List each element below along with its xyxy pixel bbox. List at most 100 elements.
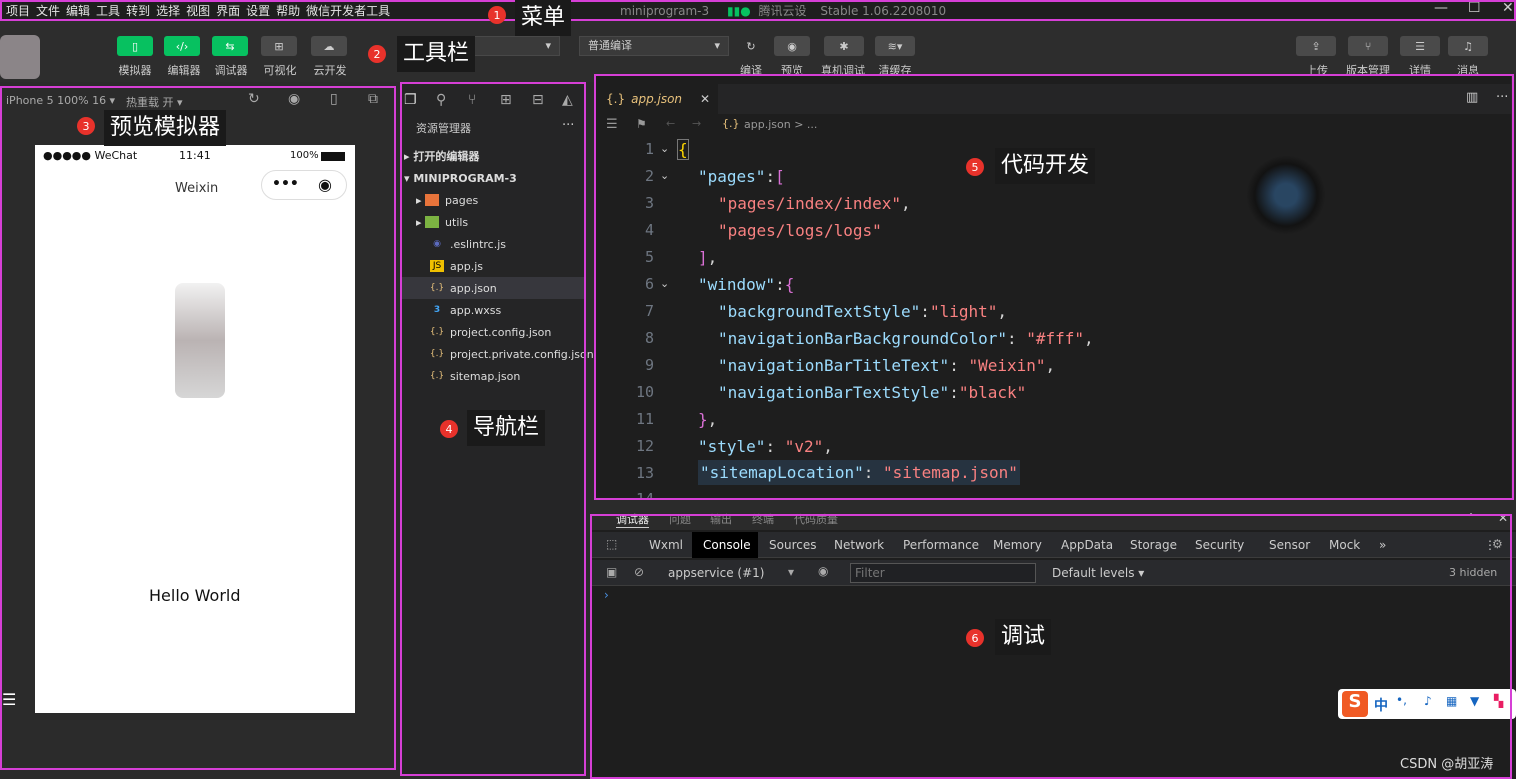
file-item-eslintrc[interactable]: ◉ .eslintrc.js <box>400 233 586 255</box>
tab-storage[interactable]: Storage <box>1130 538 1177 552</box>
code-line[interactable]: "sitemapLocation": "sitemap.json" <box>698 460 1020 485</box>
code-line[interactable]: "navigationBarTitleText": "Weixin", <box>718 356 1055 375</box>
tab-debugger[interactable]: 调试器 <box>616 511 649 528</box>
open-editors-section[interactable]: ▸ 打开的编辑器 <box>400 145 586 167</box>
menu-item-help[interactable]: 帮助 <box>276 2 300 19</box>
menu-item-tools[interactable]: 工具 <box>96 2 120 19</box>
tab-code-quality[interactable]: 代码质量 <box>794 511 838 527</box>
back-icon[interactable]: ← <box>666 117 675 130</box>
sidebar-icon[interactable]: ▣ <box>606 565 617 579</box>
menu-item-select[interactable]: 选择 <box>156 2 180 19</box>
menu-item-settings[interactable]: 设置 <box>246 2 270 19</box>
visual-button[interactable]: ⊞ <box>261 36 297 56</box>
list-icon[interactable]: ☰ <box>2 690 16 709</box>
maximize-icon[interactable]: ☐ <box>1468 0 1481 16</box>
forward-icon[interactable]: → <box>692 117 701 130</box>
messages-button[interactable]: ♫ <box>1448 36 1488 56</box>
list-icon[interactable]: ☰ <box>606 117 618 132</box>
menu-item-interface[interactable]: 界面 <box>216 2 240 19</box>
tab-wxml[interactable]: Wxml <box>649 538 683 552</box>
filter-input[interactable] <box>850 563 1036 583</box>
code-line[interactable]: "style": "v2", <box>698 437 833 456</box>
bookmark-icon[interactable]: ⚑ <box>636 117 647 131</box>
code-line[interactable]: "navigationBarTextStyle":"black" <box>718 383 1026 402</box>
extensions-icon[interactable]: ⊞ <box>500 92 512 108</box>
inspect-icon[interactable]: ⬚ <box>606 537 617 551</box>
tab-sensor[interactable]: Sensor <box>1269 538 1310 552</box>
fold-icon[interactable]: ⌄ <box>660 277 669 290</box>
split-icon[interactable]: ▥ <box>1466 90 1478 105</box>
close-icon[interactable]: ✕ <box>1502 0 1514 16</box>
cloud-dev-button[interactable]: ☁ <box>311 36 347 56</box>
fold-icon[interactable]: ⌄ <box>660 169 669 182</box>
capsule-button[interactable]: ••• ◉ <box>261 170 347 200</box>
chevron-right-icon[interactable]: » <box>1379 538 1386 552</box>
code-line[interactable]: }, <box>698 410 717 429</box>
refresh-icon[interactable]: ↻ <box>248 91 260 107</box>
popout-icon[interactable]: ⧉ <box>368 91 378 107</box>
menu-item-view[interactable]: 视图 <box>186 2 210 19</box>
file-item-appwxss[interactable]: 3 app.wxss <box>400 299 586 321</box>
close-icon[interactable]: ✕ <box>1498 511 1508 525</box>
project-section[interactable]: ▾ MINIPROGRAM-3 <box>400 167 586 189</box>
minimize-icon[interactable]: — <box>1434 0 1448 16</box>
tab-console[interactable]: Console <box>703 538 751 552</box>
record-icon[interactable]: ◉ <box>288 91 300 107</box>
tab-problems[interactable]: 问题 <box>669 511 691 527</box>
simulator-button[interactable]: ▯ <box>117 36 153 56</box>
menu-item-devtools[interactable]: 微信开发者工具 <box>306 2 390 19</box>
levels-select[interactable]: Default levels ▾ <box>1052 566 1144 580</box>
more-icon[interactable]: ··· <box>1496 90 1508 105</box>
close-icon[interactable]: ✕ <box>700 92 710 106</box>
code-line[interactable]: "window":{ <box>698 275 794 294</box>
phone-icon[interactable]: ▯ <box>330 91 338 107</box>
code-line[interactable]: "pages/index/index", <box>718 194 911 213</box>
code-line[interactable]: { <box>677 139 689 160</box>
clear-icon[interactable]: ⊘ <box>634 565 644 579</box>
editor-tab[interactable]: {.} app.json ✕ <box>596 84 718 114</box>
file-item-pages[interactable]: ▸ pages <box>400 189 586 211</box>
clear-cache-button[interactable]: ≋▾ <box>875 36 915 56</box>
ime-toolbar[interactable]: S 中 •, ♪ ▦ ▼ ▚ <box>1338 689 1516 719</box>
git-icon[interactable]: ⑂ <box>468 92 476 108</box>
chevron-up-icon[interactable]: ⌃ <box>1466 511 1476 525</box>
tab-performance[interactable]: Performance <box>903 538 979 552</box>
details-button[interactable]: ☰ <box>1400 36 1440 56</box>
upload-button[interactable]: ⇪ <box>1296 36 1336 56</box>
eye-icon[interactable]: ◉ <box>818 564 828 578</box>
code-line[interactable]: "pages":[ <box>698 167 785 186</box>
file-item-project-config[interactable]: {.} project.config.json <box>400 321 586 343</box>
debugger-button[interactable]: ⇆ <box>212 36 248 56</box>
fold-icon[interactable]: ⌄ <box>660 142 669 155</box>
version-button[interactable]: ⑂ <box>1348 36 1388 56</box>
avatar[interactable] <box>0 35 40 79</box>
tab-memory[interactable]: Memory <box>993 538 1042 552</box>
hot-reload-select[interactable]: 热重载 开 ▾ <box>126 94 183 110</box>
target-icon[interactable]: ◉ <box>318 175 332 194</box>
code-line[interactable]: "pages/logs/logs" <box>718 221 882 240</box>
more-icon[interactable]: ··· <box>562 118 574 133</box>
tab-terminal[interactable]: 终端 <box>752 511 774 527</box>
docker-icon[interactable]: ◭ <box>562 92 573 108</box>
menu-item-project[interactable]: 项目 <box>6 2 30 19</box>
avatar[interactable] <box>175 283 225 398</box>
file-item-project-private-config[interactable]: {.} project.private.config.json <box>400 343 594 365</box>
remote-debug-button[interactable]: ✱ <box>824 36 864 56</box>
compile-button[interactable]: ↻ <box>734 36 768 56</box>
tab-network[interactable]: Network <box>834 538 884 552</box>
file-item-utils[interactable]: ▸ utils <box>400 211 586 233</box>
outline-icon[interactable]: ⊟ <box>532 92 544 108</box>
menu-item-goto[interactable]: 转到 <box>126 2 150 19</box>
code-line[interactable]: "backgroundTextStyle":"light", <box>718 302 1007 321</box>
tab-output[interactable]: 输出 <box>710 511 732 527</box>
search-icon[interactable]: ⚲ <box>436 92 446 108</box>
code-line[interactable]: ], <box>698 248 717 267</box>
file-item-appjs[interactable]: JS app.js <box>400 255 586 277</box>
more-icon[interactable]: ⋮ <box>1484 538 1496 552</box>
more-icon[interactable]: ••• <box>272 176 299 192</box>
menu-item-edit[interactable]: 编辑 <box>66 2 90 19</box>
tab-security[interactable]: Security <box>1195 538 1244 552</box>
code-line[interactable]: "navigationBarBackgroundColor": "#fff", <box>718 329 1094 348</box>
tab-sources[interactable]: Sources <box>769 538 816 552</box>
context-select[interactable]: appservice (#1) <box>668 566 764 580</box>
